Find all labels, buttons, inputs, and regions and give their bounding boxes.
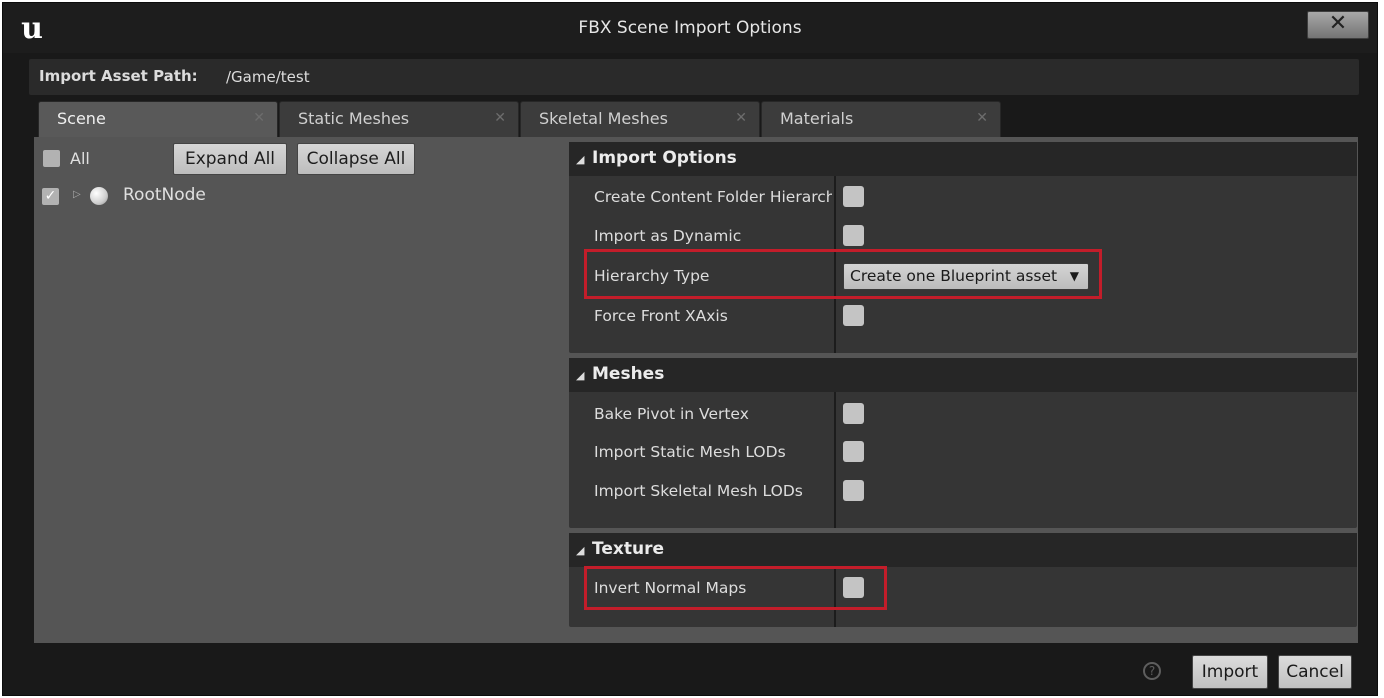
section-header[interactable]: ◢ Texture	[569, 533, 1357, 567]
tab-label: Static Meshes	[298, 109, 410, 128]
column-divider[interactable]	[834, 567, 836, 627]
section-texture: ◢ Texture Invert Normal Maps	[569, 533, 1357, 627]
tab-label: Scene	[57, 109, 106, 128]
window-title: FBX Scene Import Options	[578, 18, 802, 38]
scene-tab-content: All Expand All Collapse All ✓ ▷ RootNode…	[34, 137, 1358, 643]
section-title: Texture	[592, 539, 664, 559]
section-title: Import Options	[592, 148, 737, 168]
import-dialog: u FBX Scene Import Options ✕ Import Asse…	[2, 2, 1378, 696]
section-header[interactable]: ◢ Meshes	[569, 358, 1357, 392]
import-path-label: Import Asset Path:	[39, 67, 198, 85]
prop-import-as-dynamic-label: Import as Dynamic	[594, 227, 742, 245]
import-as-dynamic-checkbox[interactable]	[843, 225, 864, 246]
collapse-triangle-icon: ◢	[576, 369, 585, 382]
force-front-xaxis-checkbox[interactable]	[843, 305, 864, 326]
close-icon: ✕	[1328, 11, 1348, 36]
section-import-options: ◢ Import Options Create Content Folder H…	[569, 142, 1357, 353]
tree-node-rootnode[interactable]: RootNode	[123, 185, 206, 205]
import-static-mesh-lods-checkbox[interactable]	[843, 441, 864, 462]
create-content-folder-hierarchy-checkbox[interactable]	[843, 186, 864, 207]
close-button[interactable]: ✕	[1307, 11, 1369, 39]
import-skeletal-mesh-lods-checkbox[interactable]	[843, 480, 864, 501]
prop-import-skeletal-mesh-lods-label: Import Skeletal Mesh LODs	[594, 482, 803, 500]
tab-scene[interactable]: Scene ✕	[38, 101, 278, 137]
prop-invert-normal-maps-label: Invert Normal Maps	[594, 579, 747, 597]
bake-pivot-in-vertex-checkbox[interactable]	[843, 403, 864, 424]
column-divider[interactable]	[834, 176, 836, 353]
tab-label: Materials	[780, 109, 854, 128]
dropdown-value: Create one Blueprint asset	[850, 267, 1058, 285]
import-path-bar: Import Asset Path: /Game/test	[29, 59, 1359, 95]
help-icon[interactable]: ?	[1143, 662, 1161, 680]
section-title: Meshes	[592, 364, 665, 384]
section-meshes: ◢ Meshes Bake Pivot in Vertex Import Sta…	[569, 358, 1357, 528]
tab-materials[interactable]: Materials ✕	[761, 101, 1001, 137]
invert-normal-maps-checkbox[interactable]	[843, 577, 864, 598]
checkmark-icon: ✓	[44, 188, 57, 204]
tab-close-icon[interactable]: ✕	[494, 110, 506, 126]
import-path-value: /Game/test	[226, 68, 310, 86]
cancel-button[interactable]: Cancel	[1278, 655, 1352, 689]
expand-all-button[interactable]: Expand All	[173, 143, 287, 175]
details-panel: ◢ Import Options Create Content Folder H…	[569, 142, 1357, 627]
scene-node-icon	[90, 187, 108, 205]
title-bar[interactable]: u FBX Scene Import Options ✕	[3, 3, 1377, 53]
tab-close-icon[interactable]: ✕	[253, 110, 265, 126]
tab-close-icon[interactable]: ✕	[735, 110, 747, 126]
column-divider[interactable]	[834, 392, 836, 528]
prop-create-content-folder-hierarchy-label: Create Content Folder Hierarchy	[594, 188, 832, 206]
tab-label: Skeletal Meshes	[539, 109, 668, 128]
collapse-all-button[interactable]: Collapse All	[297, 143, 415, 175]
rootnode-checkbox[interactable]: ✓	[42, 188, 59, 205]
prop-import-static-mesh-lods-label: Import Static Mesh LODs	[594, 443, 786, 461]
prop-bake-pivot-in-vertex-label: Bake Pivot in Vertex	[594, 405, 749, 423]
import-button[interactable]: Import	[1192, 655, 1268, 689]
collapse-triangle-icon: ◢	[576, 153, 585, 166]
all-checkbox[interactable]	[43, 150, 60, 167]
prop-force-front-xaxis-label: Force Front XAxis	[594, 307, 728, 325]
expand-arrow-icon[interactable]: ▷	[73, 189, 81, 200]
all-label: All	[70, 149, 90, 168]
collapse-triangle-icon: ◢	[576, 544, 585, 557]
hierarchy-type-dropdown[interactable]: Create one Blueprint asset ▼	[843, 263, 1089, 290]
tab-close-icon[interactable]: ✕	[976, 110, 988, 126]
section-header[interactable]: ◢ Import Options	[569, 142, 1357, 176]
tab-skeletal-meshes[interactable]: Skeletal Meshes ✕	[520, 101, 760, 137]
dropdown-arrow-icon: ▼	[1069, 269, 1079, 283]
prop-hierarchy-type-label: Hierarchy Type	[594, 267, 710, 285]
tab-static-meshes[interactable]: Static Meshes ✕	[279, 101, 519, 137]
